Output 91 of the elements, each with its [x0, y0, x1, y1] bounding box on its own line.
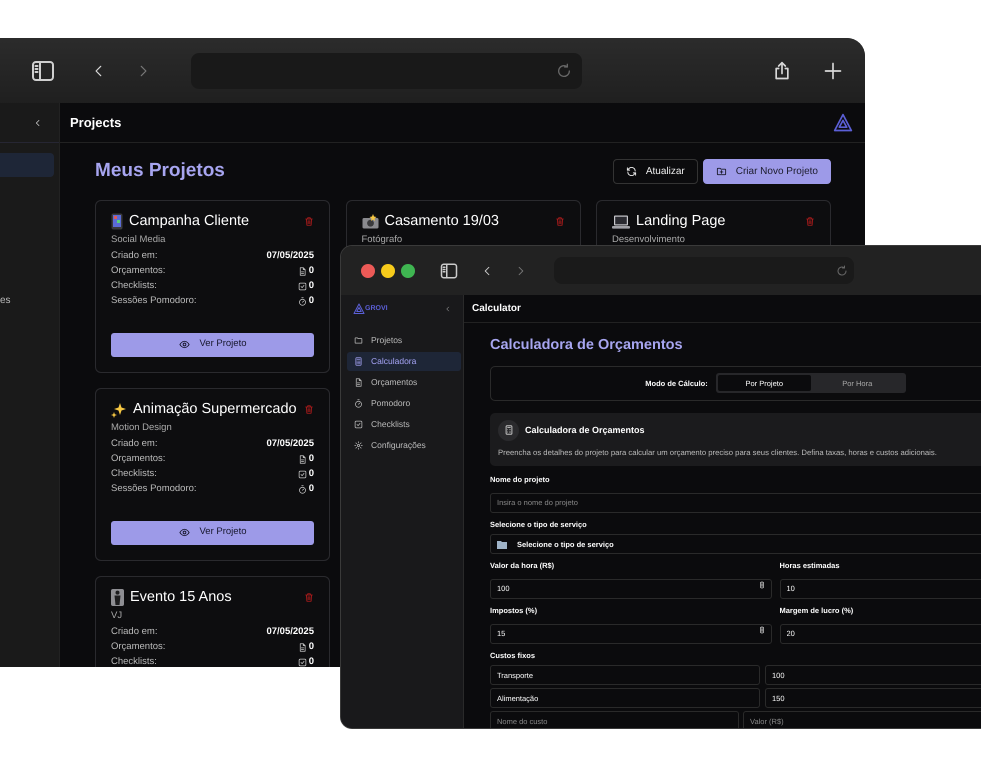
stat-value: 0 — [308, 294, 314, 308]
create-project-button[interactable]: Criar Novo Projeto — [702, 158, 831, 184]
document-icon — [298, 454, 307, 464]
stat-value: 0 — [308, 482, 314, 496]
info-title: Calculadora de Orçamentos — [525, 424, 645, 437]
stat-label: Criado em: — [111, 624, 158, 639]
maximize-icon[interactable] — [401, 264, 415, 278]
page-title: Calculadora de Orçamentos — [490, 336, 684, 355]
page-header-title: Calculator — [472, 302, 521, 316]
trash-icon[interactable] — [805, 216, 815, 227]
checkbox-icon — [298, 282, 307, 290]
checkbox-icon — [354, 420, 363, 429]
close-icon[interactable] — [361, 264, 375, 278]
nav-item[interactable]: Checklists — [347, 415, 461, 434]
trash-icon[interactable] — [304, 216, 314, 227]
stat-label: Checklists: — [111, 466, 157, 481]
calculator-icon — [354, 357, 363, 366]
stat-value: 0 — [308, 452, 314, 466]
new-tab-icon[interactable] — [823, 60, 843, 80]
project-title: Casamento 19/03 — [384, 212, 499, 231]
project-category: Social Media — [111, 234, 166, 244]
stat-value: 07/05/2025 — [266, 248, 314, 263]
timer-icon — [354, 399, 363, 408]
reload-icon[interactable] — [836, 264, 848, 276]
sidebar-icon[interactable] — [439, 262, 459, 280]
folder-icon — [354, 336, 363, 345]
project-title: Campanha Cliente — [129, 212, 250, 231]
person-icon — [111, 589, 124, 606]
refresh-button[interactable]: Atualizar — [612, 158, 698, 184]
stat-label: Orçamentos: — [111, 640, 166, 654]
checkbox-icon — [298, 658, 307, 666]
stat-label: Checklists: — [111, 278, 157, 293]
camera-icon — [362, 214, 378, 229]
nav-item[interactable]: Pomodoro — [347, 394, 461, 413]
stat-label: Orçamentos: — [111, 452, 166, 466]
stat-label: Checklists: — [111, 654, 157, 667]
folder-icon — [497, 540, 507, 549]
folder-plus-icon — [716, 166, 727, 177]
eye-icon — [178, 527, 190, 538]
stat-label: Criado em: — [111, 248, 158, 263]
project-category: Motion Design — [111, 422, 173, 432]
trash-icon[interactable] — [304, 404, 314, 415]
minimize-icon[interactable] — [381, 264, 395, 278]
stat-value: 0 — [308, 466, 314, 481]
stat-value: 0 — [308, 278, 314, 293]
project-category: Desenvolvimento — [612, 234, 686, 244]
nav-item[interactable]: Calculadora — [347, 352, 461, 371]
sidebar-icon[interactable] — [30, 58, 56, 82]
logo-icon — [833, 112, 853, 132]
sidebar-item[interactable]: es — [0, 292, 11, 308]
settings-icon — [354, 441, 363, 450]
view-project-button[interactable]: Ver Projeto — [111, 332, 314, 356]
stat-value: 0 — [308, 640, 314, 654]
timer-icon — [298, 296, 307, 306]
project-category: VJ — [111, 610, 124, 620]
stat-value: 07/05/2025 — [266, 436, 314, 451]
stat-label: Orçamentos: — [111, 264, 166, 278]
nav-item[interactable]: Orçamentos — [347, 373, 461, 392]
stat-label: Criado em: — [111, 436, 158, 451]
document-icon — [298, 266, 307, 276]
project-title: Landing Page — [636, 212, 726, 231]
nav-item[interactable]: Projetos — [347, 331, 461, 350]
spinner-icon[interactable] — [758, 625, 766, 636]
laptop-icon — [612, 214, 630, 228]
document-icon — [298, 642, 307, 652]
checkbox-icon — [298, 470, 307, 478]
reload-icon[interactable] — [556, 62, 572, 78]
stat-label: Sessões Pomodoro: — [111, 482, 197, 496]
page-header-title: Projects — [70, 114, 122, 132]
project-title: Evento 15 Anos — [130, 588, 232, 607]
project-category: Fotógrafo — [362, 234, 404, 244]
stat-value: 07/05/2025 — [266, 624, 314, 639]
sparkles-icon — [111, 402, 127, 418]
stat-value: 0 — [308, 654, 314, 667]
nav-item[interactable]: Configurações — [347, 436, 461, 455]
stat-value: 0 — [308, 264, 314, 278]
collapse-icon[interactable] — [34, 118, 42, 128]
trash-icon[interactable] — [304, 592, 314, 603]
spinner-icon[interactable] — [758, 580, 766, 590]
page-title: Meus Projetos — [95, 159, 225, 183]
logo-icon — [353, 303, 365, 315]
document-icon — [354, 378, 363, 387]
project-title: Animação Supermercado — [133, 400, 297, 419]
refresh-icon — [626, 166, 637, 177]
timer-icon — [298, 484, 307, 494]
phone-icon — [111, 213, 123, 230]
trash-icon[interactable] — [554, 216, 564, 227]
stat-label: Sessões Pomodoro: — [111, 294, 197, 308]
eye-icon — [178, 339, 190, 350]
calculator-icon — [498, 420, 519, 441]
view-project-button[interactable]: Ver Projeto — [111, 520, 314, 544]
